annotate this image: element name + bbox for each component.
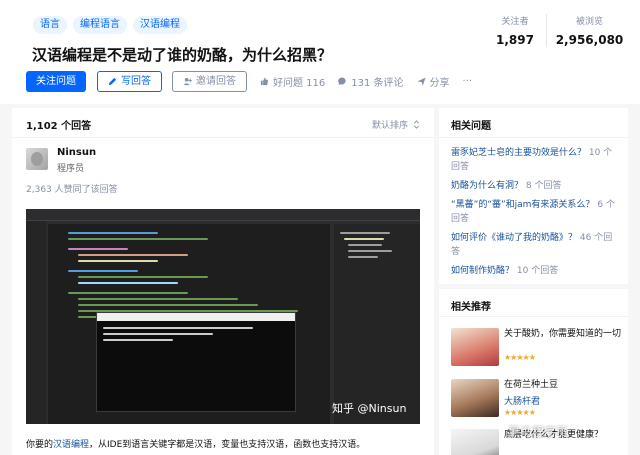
- comment-icon: [338, 77, 346, 86]
- answer-excerpt: 你要的汉语编程，从IDE到语言关键字都是汉语，变量也支持汉语，函数也支持汉语。: [26, 437, 365, 450]
- good-question-label: 好问题 116: [273, 78, 326, 89]
- thumbs-up-icon: [260, 77, 269, 86]
- answer-image[interactable]: 知乎 @Ninsun: [26, 209, 420, 424]
- follow-question-button[interactable]: 关注问题: [26, 71, 86, 92]
- rating-stars: ★★★★★: [504, 353, 536, 362]
- share-button[interactable]: 分享: [416, 74, 450, 89]
- recommend-title-text: 在荷兰种土豆: [504, 380, 559, 390]
- topic-tag[interactable]: 编程语言: [73, 16, 127, 34]
- views-stat: 被浏览 2,956,080: [546, 14, 632, 47]
- invite-answer-button[interactable]: 邀请回答: [172, 71, 247, 92]
- divider: [12, 137, 434, 138]
- related-count: 10 个回答: [516, 266, 559, 276]
- recommend-title-text: 关于酸奶，你需要知道的一切: [504, 329, 622, 339]
- related-count: 8 个回答: [525, 181, 562, 191]
- recommend-cover-image: [451, 328, 499, 366]
- sort-label: 默认排序: [371, 121, 408, 131]
- sort-updown-icon: [413, 120, 420, 129]
- related-item[interactable]: “黑蕃”的“蕃”和jam有来源关系么？ 6 个回答: [451, 198, 621, 226]
- site-watermark: 黑马程序员: [508, 425, 569, 439]
- ide-toolbox: [26, 221, 46, 424]
- recommend-title: 相关推荐: [451, 302, 491, 313]
- comments-label: 131 条评论: [351, 78, 404, 89]
- related-item[interactable]: 雷豕妃芝士皂的主要功效是什么？ 10 个回答: [451, 146, 621, 174]
- related-question[interactable]: 奶酪为什么有洞？: [451, 181, 523, 191]
- rating-stars: ★★★★★: [504, 408, 536, 417]
- topic-tag[interactable]: 语言: [33, 16, 67, 34]
- question-stats: 关注者 1,897 被浏览 2,956,080: [484, 14, 632, 47]
- pencil-icon: [108, 77, 117, 86]
- question-actions: 关注问题 写回答 邀请回答 好问题 116 131 条评论 分享 ···: [26, 71, 472, 92]
- question-title: 汉语编程是不是动了谁的奶酪，为什么招黑？: [32, 46, 333, 64]
- recommend-cover-image: [451, 429, 499, 455]
- related-questions-card: 相关问题 雷豕妃芝士皂的主要功效是什么？ 10 个回答 奶酪为什么有洞？ 8 个…: [439, 108, 628, 284]
- followers-value: 1,897: [496, 33, 534, 47]
- share-icon: [416, 77, 426, 86]
- upvote-count: 2,363 人赞同了该回答: [26, 185, 118, 195]
- followers-label: 关注者: [501, 17, 529, 27]
- avatar[interactable]: [26, 148, 48, 170]
- views-value: 2,956,080: [555, 33, 624, 47]
- recommend-cover-image: [451, 379, 499, 417]
- related-list: 雷豕妃芝士皂的主要功效是什么？ 10 个回答 奶酪为什么有洞？ 8 个回答 “黑…: [451, 146, 621, 283]
- console-window: [96, 312, 296, 412]
- add-user-icon: [183, 77, 192, 86]
- image-watermark: 知乎 @Ninsun: [332, 402, 407, 415]
- related-question[interactable]: “黑蕃”的“蕃”和jam有来源关系么？: [451, 200, 594, 210]
- answer-text-suffix: ，从IDE到语言关键字都是汉语，变量也支持汉语，函数也支持汉语。: [89, 440, 366, 450]
- related-question[interactable]: 雷豕妃芝士皂的主要功效是什么？: [451, 148, 586, 158]
- sort-dropdown[interactable]: 默认排序: [372, 118, 421, 131]
- ide-menubar: [26, 209, 420, 221]
- divider: [439, 316, 628, 317]
- more-button[interactable]: ···: [463, 76, 473, 87]
- share-label: 分享: [429, 78, 450, 89]
- invite-answer-label: 邀请回答: [196, 76, 236, 87]
- recommend-item[interactable]: 关于酸奶，你需要知道的一切 ★★★★★: [451, 328, 621, 368]
- recommend-author[interactable]: 大肠杆君: [504, 394, 540, 407]
- author-headline: 程序员: [57, 164, 85, 174]
- write-answer-button[interactable]: 写回答: [97, 71, 162, 92]
- views-label: 被浏览: [575, 17, 603, 27]
- topic-tag[interactable]: 汉语编程: [133, 16, 187, 34]
- answer-text-prefix: 你要的: [26, 440, 54, 450]
- comments-button[interactable]: 131 条评论: [338, 74, 404, 89]
- answer-list-header: 1,102 个回答 默认排序: [26, 117, 421, 132]
- answer-count: 1,102 个回答: [26, 121, 92, 132]
- answer-text-link[interactable]: 汉语编程: [53, 440, 89, 450]
- related-item[interactable]: 如何制作奶酪？ 10 个回答: [451, 264, 621, 278]
- related-question[interactable]: 如何评价《谁动了我的奶酪》？: [451, 233, 577, 243]
- topic-tags: 语言 编程语言 汉语编程: [33, 16, 187, 34]
- divider: [439, 137, 628, 138]
- ide-solution-explorer: [334, 224, 420, 424]
- related-question[interactable]: 如何制作奶酪？: [451, 266, 514, 276]
- followers-stat[interactable]: 关注者 1,897: [484, 14, 546, 47]
- question-header: 语言 编程语言 汉语编程 汉语编程是不是动了谁的奶酪，为什么招黑？ 关注者 1,…: [0, 0, 640, 104]
- write-answer-label: 写回答: [121, 76, 151, 87]
- answer-card: 1,102 个回答 默认排序 Ninsun 程序员 2,363 人赞同了该回答: [12, 108, 434, 455]
- related-title: 相关问题: [451, 121, 491, 132]
- author-name[interactable]: Ninsun: [57, 147, 96, 158]
- good-question-button[interactable]: 好问题 116: [260, 74, 325, 89]
- related-item[interactable]: 如何评价《谁动了我的奶酪》？ 46 个回答: [451, 231, 621, 259]
- recommend-item[interactable]: 在荷兰种土豆 大肠杆君 ★★★★★: [451, 379, 621, 419]
- related-item[interactable]: 奶酪为什么有洞？ 8 个回答: [451, 179, 621, 193]
